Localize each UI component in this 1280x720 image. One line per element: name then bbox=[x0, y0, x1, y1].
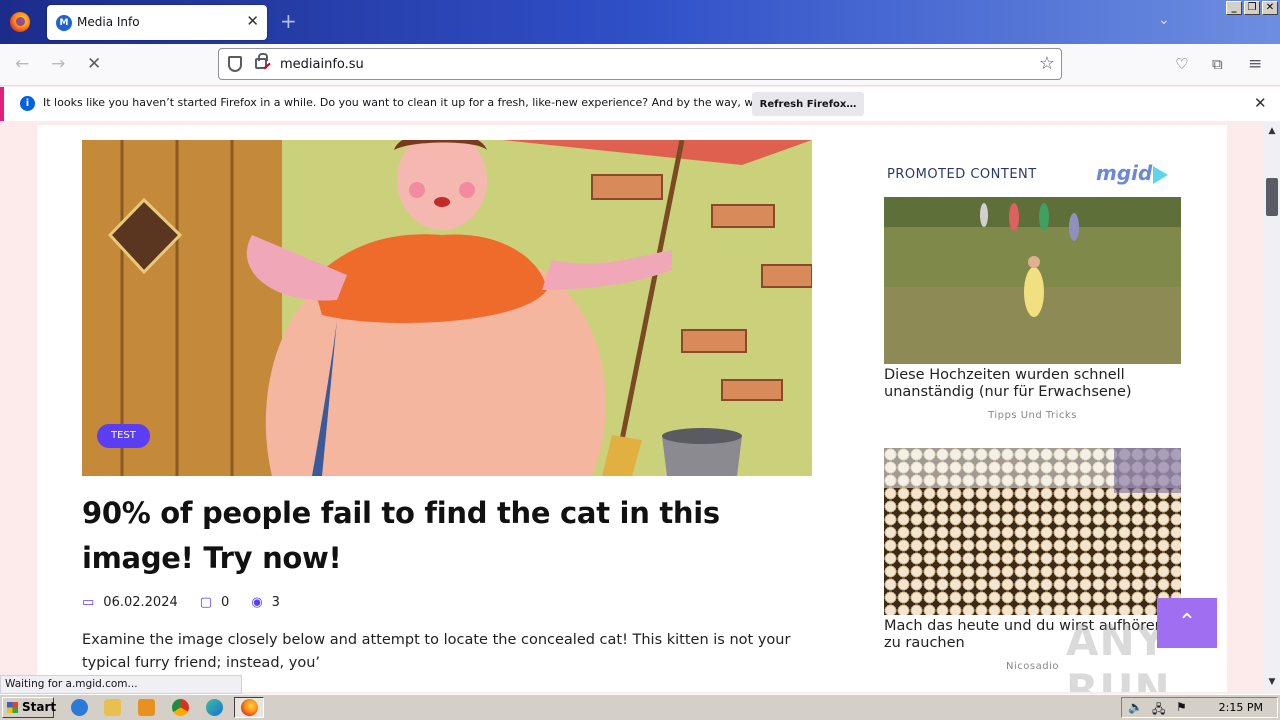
scrollbar-thumb[interactable] bbox=[1266, 178, 1278, 216]
folder-icon[interactable] bbox=[104, 699, 121, 716]
scroll-up-arrow-icon[interactable]: ▲ bbox=[1264, 123, 1280, 139]
windows-taskbar: Start 🔈 🖧 ⚑ 2:15 PM bbox=[0, 694, 1280, 720]
restore-icon[interactable]: ❐ bbox=[1244, 1, 1260, 15]
hero-illustration bbox=[82, 140, 812, 476]
taskbar-clock[interactable]: 2:15 PM bbox=[1219, 701, 1263, 714]
browser-tab[interactable]: M Media Info ✕ bbox=[47, 5, 267, 40]
eye-icon: ◉ bbox=[251, 595, 263, 610]
start-button[interactable]: Start bbox=[2, 697, 56, 718]
network-icon[interactable]: 🖧 bbox=[1152, 700, 1165, 720]
url-bar[interactable]: mediainfo.su ☆ bbox=[218, 48, 1062, 80]
close-tab-icon[interactable]: ✕ bbox=[246, 13, 259, 29]
article-meta: ▭ 06.02.2024 ▢ 0 ◉ 3 bbox=[82, 595, 302, 610]
notification-text: It looks like you haven’t started Firefo… bbox=[43, 96, 828, 109]
url-text[interactable]: mediainfo.su bbox=[280, 57, 364, 72]
flag-icon[interactable]: ⚑ bbox=[1176, 700, 1187, 714]
forward-icon[interactable]: → bbox=[51, 54, 65, 74]
new-tab-icon[interactable]: + bbox=[280, 11, 297, 31]
menu-hamburger-icon[interactable]: ≡ bbox=[1248, 54, 1262, 74]
back-icon[interactable]: ← bbox=[15, 54, 29, 74]
firefox-taskbar-button[interactable] bbox=[234, 697, 264, 718]
chrome-icon[interactable] bbox=[172, 699, 189, 716]
article-date: 06.02.2024 bbox=[103, 595, 178, 610]
article-excerpt: Examine the image closely below and atte… bbox=[82, 632, 791, 671]
firefox-icon bbox=[241, 699, 258, 716]
edge-icon[interactable] bbox=[206, 699, 223, 716]
insecure-lock-icon[interactable] bbox=[255, 53, 268, 69]
category-tag[interactable]: TEST bbox=[97, 424, 150, 448]
site-favicon-icon: M bbox=[56, 15, 72, 31]
status-text: Waiting for a.mgid.com... bbox=[0, 675, 242, 694]
page-viewport: TEST 90% of people fail to find the cat … bbox=[0, 121, 1264, 692]
browser-titlebar: M Media Info ✕ + ⌄ _ ❐ ✕ bbox=[0, 0, 1280, 44]
media-player-icon[interactable] bbox=[138, 699, 155, 716]
ad-card[interactable]: Diese Hochzeiten wurden schnell unanstän… bbox=[884, 197, 1181, 421]
window-controls: _ ❐ ✕ bbox=[1226, 1, 1278, 15]
bookmark-star-icon[interactable]: ☆ bbox=[1039, 53, 1055, 74]
minimize-icon[interactable]: _ bbox=[1226, 1, 1242, 15]
system-tray: 🔈 🖧 ⚑ 2:15 PM bbox=[1121, 697, 1278, 718]
calendar-icon: ▭ bbox=[82, 595, 95, 610]
firefox-logo-icon[interactable] bbox=[10, 12, 30, 32]
info-icon: i bbox=[20, 96, 35, 111]
vertical-scrollbar[interactable]: ▲ ▼ bbox=[1264, 121, 1280, 692]
internet-explorer-icon[interactable] bbox=[71, 699, 88, 716]
stop-loading-icon[interactable]: ✕ bbox=[87, 54, 101, 74]
navigation-toolbar: ← → ✕ mediainfo.su ☆ ♡ ⧉ ≡ bbox=[0, 44, 1280, 86]
ad-image[interactable] bbox=[884, 448, 1181, 615]
promoted-content-label: PROMOTED CONTENT bbox=[887, 167, 1037, 182]
volume-icon[interactable]: 🔈 bbox=[1128, 700, 1143, 714]
comment-icon: ▢ bbox=[199, 595, 213, 610]
pocket-icon[interactable]: ♡ bbox=[1175, 54, 1188, 74]
article-hero-image[interactable]: TEST bbox=[82, 140, 812, 476]
page-content: TEST 90% of people fail to find the cat … bbox=[37, 125, 1227, 692]
extensions-icon[interactable]: ⧉ bbox=[1212, 54, 1223, 74]
mgid-logo[interactable]: mgid bbox=[1096, 161, 1152, 185]
ad-source[interactable]: Tipps Und Tricks bbox=[884, 410, 1181, 421]
close-notification-icon[interactable]: ✕ bbox=[1254, 94, 1267, 112]
tab-title: Media Info bbox=[77, 15, 140, 29]
article-headline[interactable]: 90% of people fail to find the cat in th… bbox=[82, 491, 802, 581]
ad-image[interactable] bbox=[884, 197, 1181, 364]
scroll-to-top-button[interactable]: ⌃ bbox=[1157, 598, 1217, 648]
refresh-firefox-button[interactable]: Refresh Firefox… bbox=[752, 92, 864, 116]
view-count: 3 bbox=[271, 595, 280, 610]
mgid-play-icon bbox=[1153, 166, 1168, 184]
ad-title[interactable]: Diese Hochzeiten wurden schnell unanstän… bbox=[884, 367, 1181, 401]
close-window-icon[interactable]: ✕ bbox=[1262, 1, 1278, 15]
comment-count: 0 bbox=[221, 595, 230, 610]
tracking-protection-shield-icon[interactable] bbox=[228, 56, 242, 72]
notification-bar: i It looks like you haven’t started Fire… bbox=[0, 87, 1280, 121]
scroll-down-arrow-icon[interactable]: ▼ bbox=[1264, 674, 1280, 690]
list-tabs-icon[interactable]: ⌄ bbox=[1158, 12, 1170, 28]
